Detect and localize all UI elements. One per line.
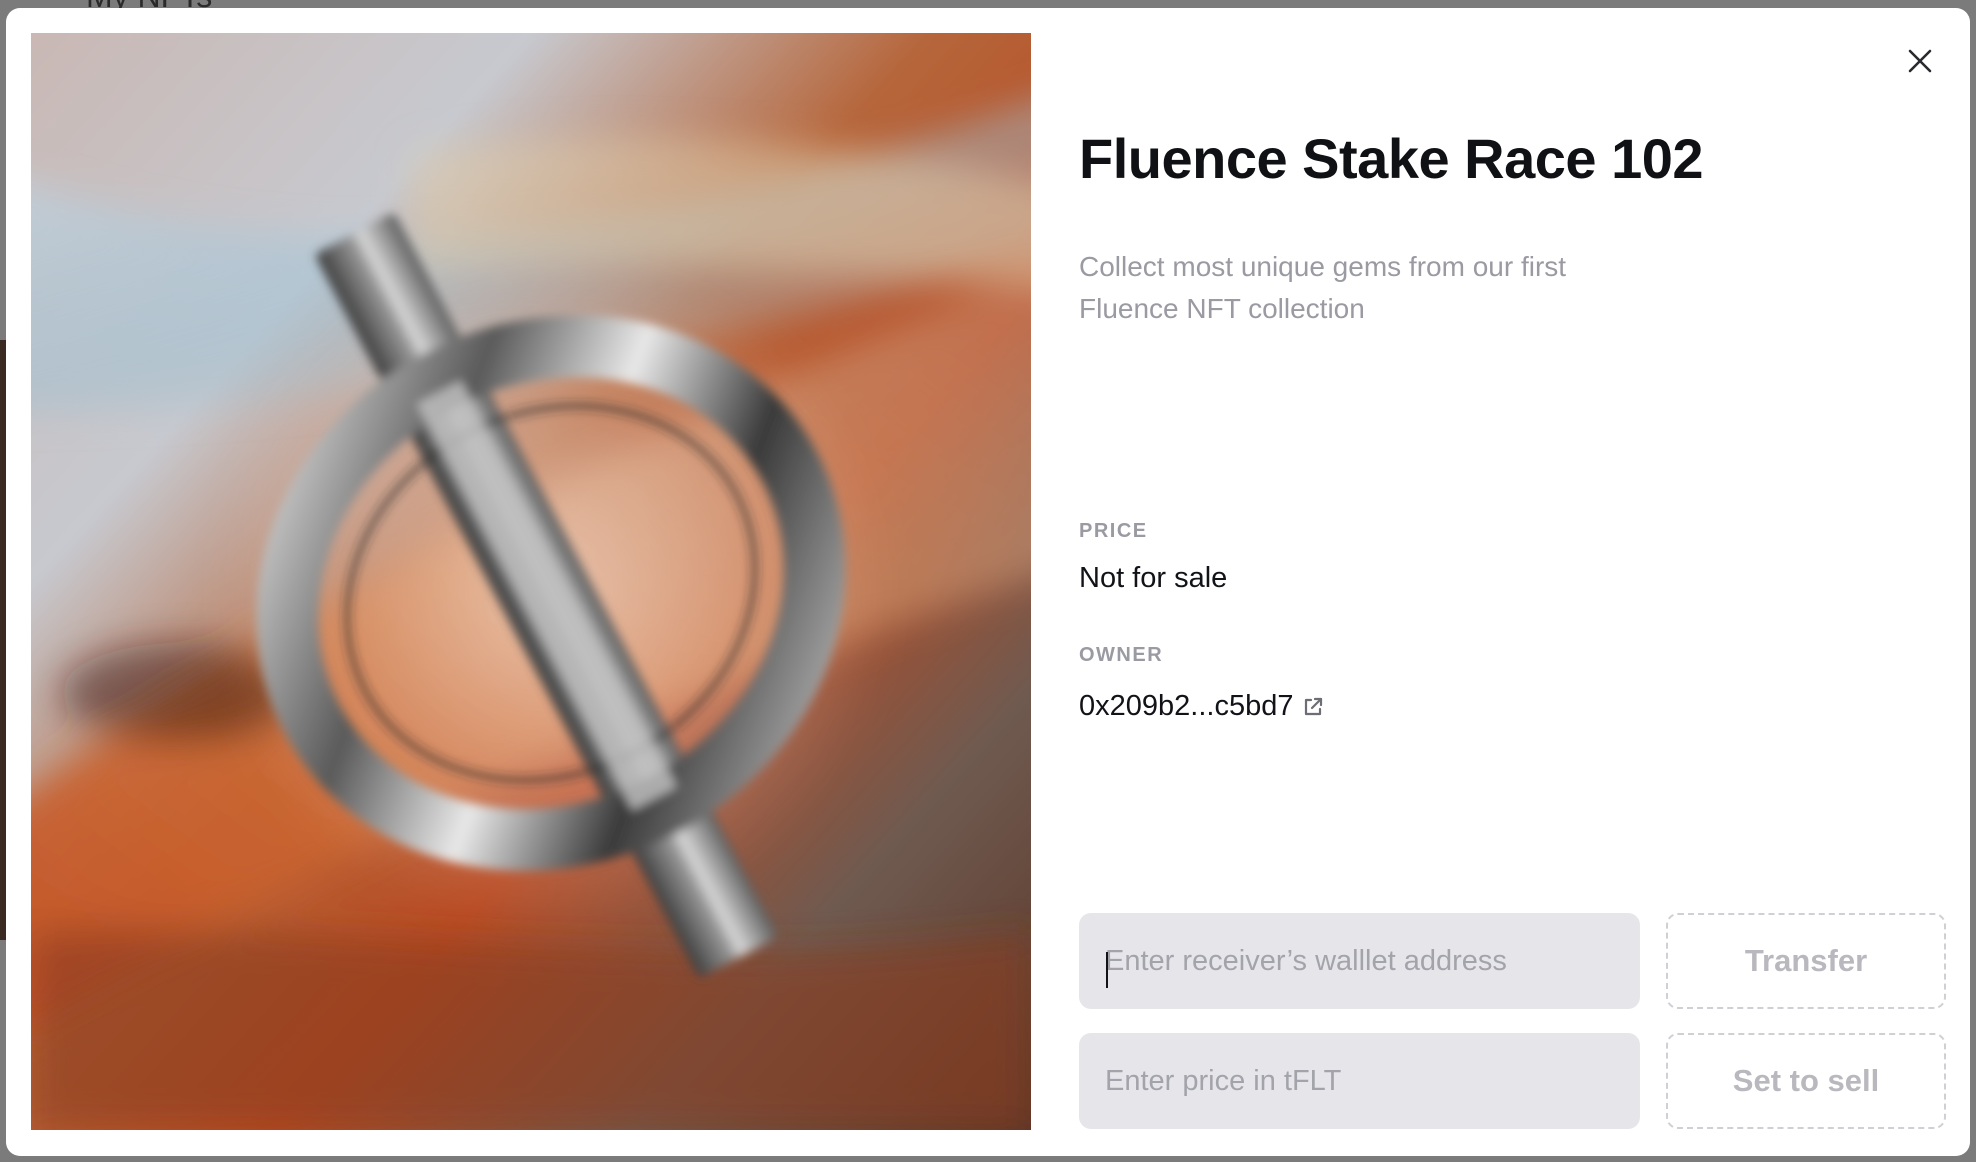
- text-caret: [1106, 952, 1108, 988]
- price-label: PRICE: [1079, 520, 1148, 542]
- owner-label: OWNER: [1079, 644, 1164, 666]
- owner-address-link[interactable]: 0x209b2...c5bd7: [1079, 690, 1293, 723]
- receiver-address-input[interactable]: [1079, 913, 1640, 1009]
- transfer-button[interactable]: Transfer: [1666, 913, 1946, 1009]
- nft-title: Fluence Stake Race 102: [1079, 127, 1704, 190]
- external-link-icon[interactable]: [1301, 695, 1325, 719]
- close-button[interactable]: [1902, 43, 1938, 79]
- close-icon: [1908, 49, 1932, 73]
- owner-row: 0x209b2...c5bd7: [1079, 690, 1325, 723]
- nft-artwork: [31, 33, 1031, 1130]
- price-input[interactable]: [1079, 1033, 1640, 1129]
- nft-detail-modal: Fluence Stake Race 102 Collect most uniq…: [6, 8, 1970, 1156]
- nft-description: Collect most unique gems from our first …: [1079, 251, 1567, 324]
- price-value: Not for sale: [1079, 562, 1228, 594]
- set-to-sell-button[interactable]: Set to sell: [1666, 1033, 1946, 1129]
